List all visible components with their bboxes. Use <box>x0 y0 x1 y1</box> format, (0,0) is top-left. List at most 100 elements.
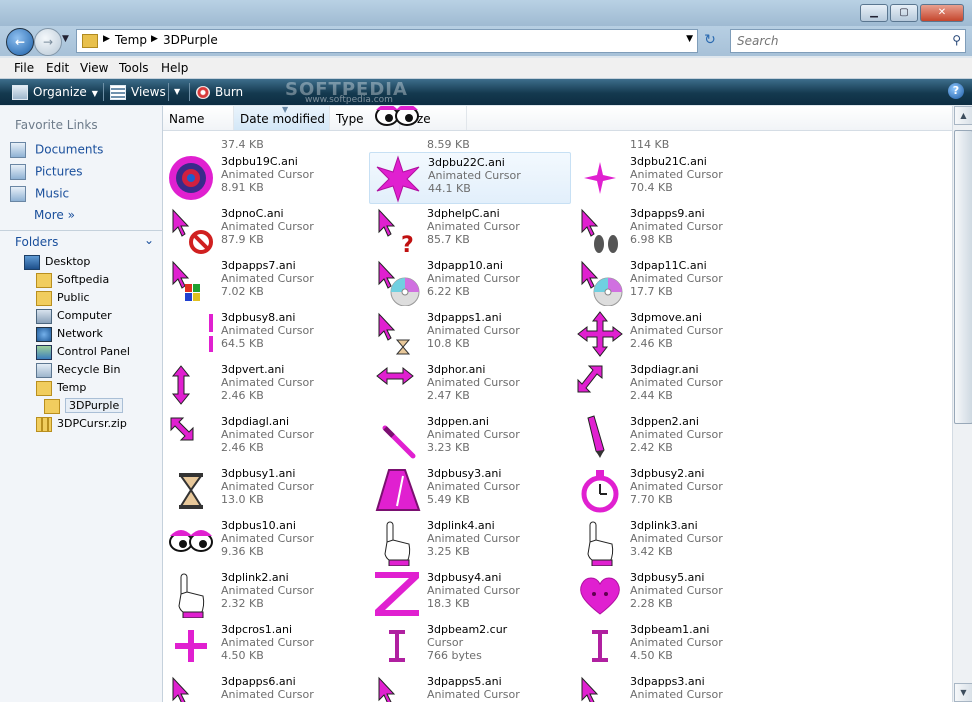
address-bar[interactable]: ▶ Temp ▶ 3DPurple ▼ <box>76 29 698 53</box>
file-tile[interactable]: 3dppen2.ani Animated Cursor 2.42 KB <box>572 412 772 462</box>
file-tile[interactable]: 3dpcros1.ani Animated Cursor 4.50 KB <box>163 620 363 670</box>
breadcrumb-3dpurple[interactable]: 3DPurple <box>163 33 218 47</box>
tree-item-3dpurple[interactable]: 3DPurple <box>44 398 124 416</box>
file-tile[interactable]: 3dpbus10.ani Animated Cursor 9.36 KB <box>163 516 363 566</box>
file-tile[interactable]: 3dpbu21C.ani Animated Cursor 70.4 KB <box>572 152 772 202</box>
file-tile[interactable]: 3dpapps6.ani Animated Cursor <box>163 672 363 702</box>
search-icon[interactable]: ⚲ <box>952 33 961 47</box>
tree-item-public[interactable]: Public <box>36 290 90 308</box>
file-tile[interactable]: 3dpbusy8.ani Animated Cursor 64.5 KB <box>163 308 363 358</box>
help-icon[interactable]: ? <box>948 83 964 99</box>
file-tile[interactable]: 3dplink3.ani Animated Cursor 3.42 KB <box>572 516 772 567</box>
scrollbar-thumb[interactable] <box>954 130 972 424</box>
favorite-music[interactable]: Music <box>10 186 69 204</box>
tree-item-desktop[interactable]: Desktop <box>24 254 90 272</box>
blank-cursor-icon <box>576 106 624 140</box>
back-button[interactable]: ← <box>6 28 34 56</box>
menu-tools[interactable]: Tools <box>119 61 149 75</box>
close-button[interactable]: ✕ <box>920 4 964 22</box>
file-tile[interactable]: 8.59 KB <box>369 106 569 156</box>
minimize-button[interactable]: ▁ <box>860 4 888 22</box>
file-type: Animated Cursor <box>630 428 723 441</box>
file-tile[interactable]: 3dpdiagl.ani Animated Cursor 2.46 KB <box>163 412 363 462</box>
tree-item-softpedia[interactable]: Softpedia <box>36 272 109 290</box>
folders-header[interactable]: Folders ⌄ <box>0 230 162 253</box>
cd-cursor-icon <box>576 258 624 307</box>
file-tile[interactable]: 3dpbusy3.ani Animated Cursor 5.49 KB <box>369 464 569 514</box>
favorite-pictures[interactable]: Pictures <box>10 164 83 182</box>
user-folder-icon <box>36 272 52 288</box>
file-type: Animated Cursor <box>630 220 723 233</box>
file-tile[interactable]: 3dpbusy1.ani Animated Cursor 13.0 KB <box>163 464 363 514</box>
menu-file[interactable]: File <box>14 61 34 75</box>
file-tile[interactable]: 3dpbusy2.ani Animated Cursor 7.70 KB <box>572 464 772 514</box>
more-links[interactable]: More » <box>34 208 75 222</box>
file-tile[interactable]: 3dplink2.ani Animated Cursor 2.32 KB <box>163 568 363 619</box>
title-bar[interactable]: ▁ ▢ ✕ <box>0 0 972 26</box>
scroll-down-button[interactable]: ▼ <box>954 683 972 702</box>
file-size: 4.50 KB <box>630 649 673 662</box>
vertical-scrollbar[interactable]: ▲ ▼ <box>952 106 972 702</box>
views-dropdown-icon[interactable]: ▼ <box>174 83 180 101</box>
file-tile[interactable]: 3dpap11C.ani Animated Cursor 17.7 KB <box>572 256 772 307</box>
recycle-bin-icon <box>36 362 52 378</box>
tree-item-temp[interactable]: Temp <box>36 380 86 398</box>
file-tile[interactable]: 3dpbu19C.ani Animated Cursor 8.91 KB <box>163 152 363 202</box>
file-tile[interactable]: 3dpapps1.ani Animated Cursor 10.8 KB <box>369 308 569 358</box>
maximize-button[interactable]: ▢ <box>890 4 918 22</box>
double-chevron-icon: » <box>67 208 75 222</box>
organize-button[interactable]: Organize ▼ <box>12 83 98 101</box>
tree-item-control-panel[interactable]: Control Panel <box>36 344 130 362</box>
file-tile[interactable]: 3dpnoC.ani Animated Cursor 87.9 KB <box>163 204 363 254</box>
menu-view[interactable]: View <box>80 61 108 75</box>
file-tile[interactable]: 114 KB <box>572 106 772 156</box>
file-tile[interactable]: 3dpdiagr.ani Animated Cursor 2.44 KB <box>572 360 772 410</box>
tree-item-zip[interactable]: 3DPCursr.zip <box>36 416 127 434</box>
tree-label: Temp <box>57 381 87 394</box>
scroll-up-button[interactable]: ▲ <box>954 106 972 125</box>
menu-help[interactable]: Help <box>161 61 188 75</box>
favorite-documents[interactable]: Documents <box>10 142 103 160</box>
views-button[interactable]: Views <box>110 83 166 101</box>
address-dropdown-icon[interactable]: ▼ <box>686 34 693 44</box>
tree-item-computer[interactable]: Computer <box>36 308 112 326</box>
file-type: Animated Cursor <box>427 532 520 545</box>
tree-item-recycle-bin[interactable]: Recycle Bin <box>36 362 120 380</box>
file-tile[interactable]: ? 3dphelpC.ani Animated Cursor 85.7 KB <box>369 204 569 258</box>
file-type: Animated Cursor <box>221 480 314 493</box>
file-tile[interactable]: 3dpbusy5.ani Animated Cursor 2.28 KB <box>572 568 772 618</box>
breadcrumb-arrow-icon[interactable]: ▶ <box>103 34 110 44</box>
menu-edit[interactable]: Edit <box>46 61 69 75</box>
search-box[interactable]: ⚲ <box>730 29 966 53</box>
refresh-icon[interactable]: ↻ <box>700 32 720 50</box>
file-tile[interactable]: 3dpmove.ani Animated Cursor 2.46 KB <box>572 308 772 358</box>
file-size: 3.25 KB <box>427 545 470 558</box>
breadcrumb-arrow-icon[interactable]: ▶ <box>151 34 158 44</box>
file-tile[interactable]: 3dpbeam2.cur Cursor 766 bytes <box>369 620 569 670</box>
file-type: Animated Cursor <box>221 584 314 597</box>
file-tile[interactable]: 3dpapps9.ani Animated Cursor 6.98 KB <box>572 204 772 254</box>
file-tile[interactable]: 3dppen.ani Animated Cursor 3.23 KB <box>369 412 569 462</box>
tree-item-network[interactable]: Network <box>36 326 103 344</box>
file-tile[interactable]: 3dphor.ani Animated Cursor 2.47 KB <box>369 360 569 410</box>
file-tile[interactable]: 3dplink4.ani Animated Cursor 3.25 KB <box>369 516 569 567</box>
file-tile[interactable]: 3dpbeam1.ani Animated Cursor 4.50 KB <box>572 620 772 670</box>
file-tile[interactable]: 3dpbusy4.ani Animated Cursor 18.3 KB <box>369 568 569 618</box>
file-name: 3dpbu21C.ani <box>630 155 707 168</box>
file-tile[interactable]: 3dpapps5.ani Animated Cursor <box>369 672 569 702</box>
recent-pages-dropdown[interactable]: ▼ <box>62 34 69 44</box>
file-tile[interactable]: 3dpvert.ani Animated Cursor 2.46 KB <box>163 360 363 410</box>
file-tile[interactable]: 3dpapp10.ani Animated Cursor 6.22 KB <box>369 256 569 307</box>
file-type: Animated Cursor <box>221 324 314 337</box>
file-size: 6.22 KB <box>427 285 470 298</box>
file-name: 3dpnoC.ani <box>221 207 284 220</box>
file-tile[interactable]: 3dpbu22C.ani Animated Cursor 44.1 KB <box>369 152 571 204</box>
burn-button[interactable]: Burn <box>196 83 243 101</box>
tree-label: Softpedia <box>57 273 110 286</box>
search-input[interactable] <box>735 32 939 50</box>
breadcrumb-temp[interactable]: Temp <box>115 33 147 47</box>
file-tile[interactable]: 37.4 KB <box>163 106 363 156</box>
file-tile[interactable]: 3dpapps7.ani Animated Cursor 7.02 KB <box>163 256 363 306</box>
file-tile[interactable]: 3dpapps3.ani Animated Cursor <box>572 672 772 702</box>
forward-button[interactable]: → <box>34 28 62 56</box>
